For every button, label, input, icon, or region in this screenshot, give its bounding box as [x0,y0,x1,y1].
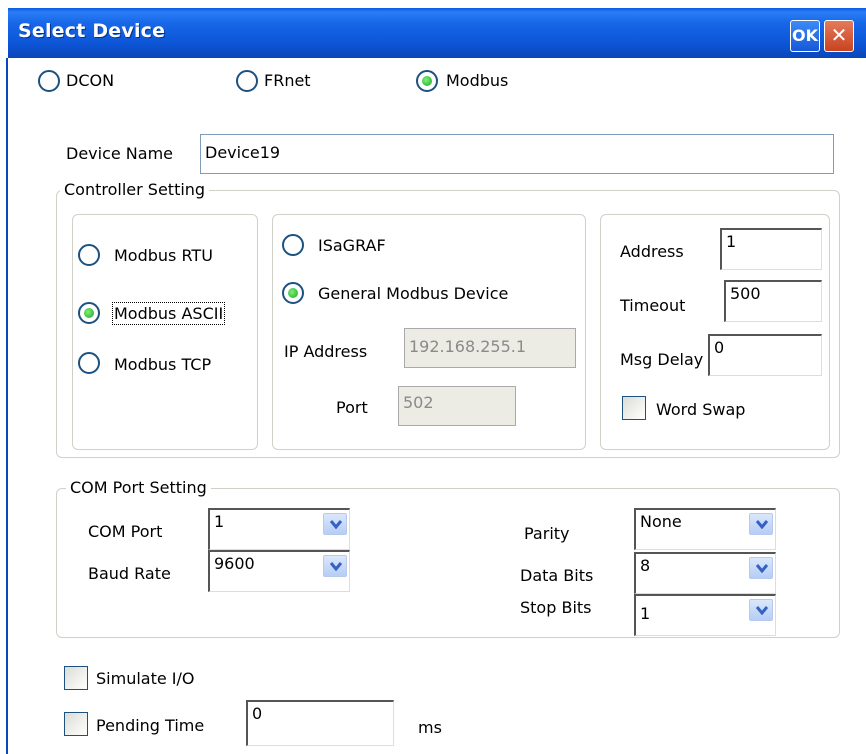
port-label: Port [336,398,368,417]
stop-bits-select[interactable]: 1 [634,594,776,636]
radio-modbus-ascii[interactable] [78,302,100,324]
label-modbus-tcp: Modbus TCP [114,355,212,374]
ip-address-input[interactable]: 192.168.255.1 [404,328,576,368]
msg-delay-label: Msg Delay [620,350,704,369]
chevron-down-icon[interactable] [749,599,773,621]
window-title: Select Device [18,20,166,42]
title-bar: Select Device OK ✕ [8,8,866,58]
timeout-label: Timeout [620,296,686,315]
label-modbus-rtu: Modbus RTU [114,246,213,265]
ok-button[interactable]: OK [790,20,820,52]
com-port-select[interactable]: 1 [208,508,350,550]
timeout-input[interactable]: 500 [724,280,822,322]
label-frnet: FRnet [264,71,311,90]
radio-general-modbus[interactable] [282,282,304,304]
close-button[interactable]: ✕ [824,20,854,52]
simulate-io-label: Simulate I/O [96,669,195,688]
chevron-down-icon[interactable] [323,555,347,577]
pending-time-label: Pending Time [96,716,205,735]
parity-select[interactable]: None [634,508,776,550]
baud-rate-value: 9600 [214,554,255,573]
label-isagraf: ISaGRAF [318,236,386,255]
radio-isagraf[interactable] [282,234,304,256]
baud-rate-select[interactable]: 9600 [208,550,350,592]
radio-dcon[interactable] [38,70,60,92]
baud-rate-label: Baud Rate [88,564,171,583]
label-dcon: DCON [66,71,115,90]
data-bits-label: Data Bits [520,566,594,585]
label-general-modbus: General Modbus Device [318,284,509,303]
device-name-input[interactable]: Device19 [200,134,834,174]
pending-time-checkbox[interactable] [64,712,88,736]
word-swap-label: Word Swap [656,400,746,419]
chevron-down-icon[interactable] [749,513,773,535]
msg-delay-input[interactable]: 0 [708,334,822,376]
pending-time-input[interactable]: 0 [246,700,394,746]
com-port-label: COM Port [88,522,163,541]
port-input[interactable]: 502 [398,386,516,426]
chevron-down-icon[interactable] [323,513,347,535]
data-bits-select[interactable]: 8 [634,552,776,594]
window-frame [6,58,8,754]
data-bits-value: 8 [640,556,651,575]
ip-address-label: IP Address [284,342,368,361]
controller-setting-label: Controller Setting [60,180,210,199]
word-swap-checkbox[interactable] [622,396,646,420]
pending-time-unit: ms [418,718,442,737]
chevron-down-icon[interactable] [749,557,773,579]
parity-label: Parity [524,524,570,543]
close-icon: ✕ [830,23,848,47]
device-name-label: Device Name [66,144,174,163]
radio-frnet[interactable] [236,70,258,92]
simulate-io-checkbox[interactable] [64,666,88,690]
label-modbus: Modbus [446,71,509,90]
stop-bits-label: Stop Bits [520,598,592,617]
address-label: Address [620,242,684,261]
radio-modbus-tcp[interactable] [78,352,100,374]
radio-modbus-rtu[interactable] [78,244,100,266]
com-port-setting-label: COM Port Setting [66,478,211,497]
label-modbus-ascii: Modbus ASCII [112,302,226,325]
radio-modbus[interactable] [416,70,438,92]
address-input[interactable]: 1 [720,228,822,270]
parity-value: None [640,512,682,531]
stop-bits-value: 1 [640,604,651,623]
com-port-value: 1 [214,512,225,531]
